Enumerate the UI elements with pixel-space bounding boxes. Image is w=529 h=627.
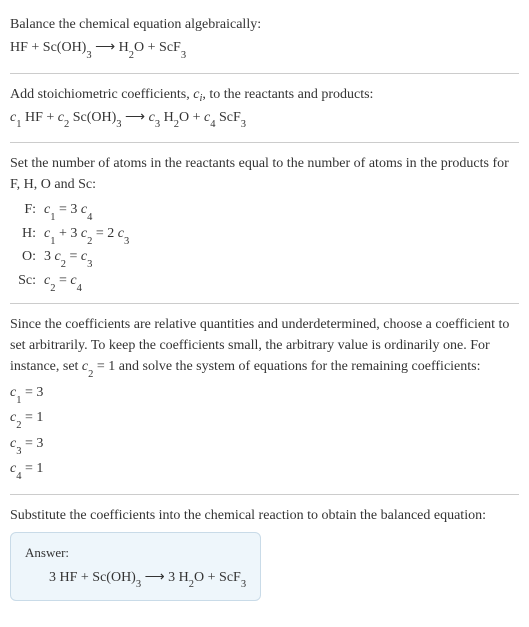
substitute-section: Substitute the coefficients into the che…	[10, 499, 519, 607]
atom-eq: c2 = c4	[44, 270, 82, 294]
atom-label: Sc:	[14, 270, 36, 294]
add-coeffs-text: Add stoichiometric coefficients, ci, to …	[10, 84, 519, 105]
set-atoms-intro: Set the number of atoms in the reactants…	[10, 153, 519, 195]
balance-intro-section: Balance the chemical equation algebraica…	[10, 8, 519, 69]
atom-label: F:	[14, 199, 36, 223]
atom-balance-section: Set the number of atoms in the reactants…	[10, 147, 519, 299]
atom-row-sc: Sc: c2 = c4	[14, 270, 519, 294]
atom-eq: 3 c2 = c3	[44, 246, 92, 270]
balanced-equation: 3 HF + Sc(OH)3 ⟶ 3 H2O + ScF3	[25, 567, 246, 591]
substitute-text: Substitute the coefficients into the che…	[10, 505, 519, 526]
solution-c3: c3 = 3	[10, 433, 519, 457]
divider	[10, 73, 519, 74]
unbalanced-equation: HF + Sc(OH)3 ⟶ H2O + ScF3	[10, 37, 519, 61]
answer-box: Answer: 3 HF + Sc(OH)3 ⟶ 3 H2O + ScF3	[10, 532, 261, 601]
solution-c4: c4 = 1	[10, 458, 519, 482]
atom-eq: c1 + 3 c2 = 2 c3	[44, 223, 129, 247]
add-coeffs-section: Add stoichiometric coefficients, ci, to …	[10, 78, 519, 139]
divider	[10, 142, 519, 143]
atom-row-f: F: c1 = 3 c4	[14, 199, 519, 223]
atom-label: O:	[14, 246, 36, 270]
atom-eq: c1 = 3 c4	[44, 199, 92, 223]
atom-label: H:	[14, 223, 36, 247]
divider	[10, 303, 519, 304]
since-text: Since the coefficients are relative quan…	[10, 314, 519, 380]
solution-c2: c2 = 1	[10, 407, 519, 431]
divider	[10, 494, 519, 495]
atom-row-o: O: 3 c2 = c3	[14, 246, 519, 270]
solution-c1: c1 = 3	[10, 382, 519, 406]
solution-section: Since the coefficients are relative quan…	[10, 308, 519, 490]
balance-intro-text: Balance the chemical equation algebraica…	[10, 14, 519, 35]
answer-label: Answer:	[25, 543, 246, 563]
atom-row-h: H: c1 + 3 c2 = 2 c3	[14, 223, 519, 247]
atoms-table: F: c1 = 3 c4 H: c1 + 3 c2 = 2 c3 O: 3 c2…	[14, 199, 519, 293]
coeff-equation: c1 HF + c2 Sc(OH)3 ⟶ c3 H2O + c4 ScF3	[10, 107, 519, 131]
